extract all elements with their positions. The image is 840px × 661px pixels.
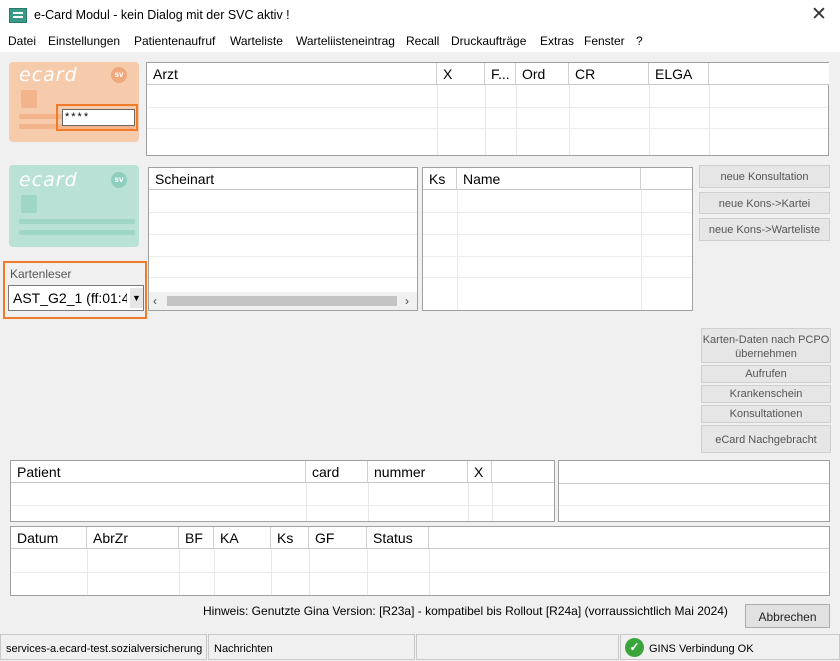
ecard-bottom-image: ecard sv	[9, 165, 139, 247]
arzt-table: Arzt X F... Ord CR ELGA	[146, 62, 829, 156]
col-arzt[interactable]: Arzt	[147, 63, 437, 85]
status-server: services-a.ecard-test.sozialversicherung	[0, 634, 207, 660]
kartenleser-label: Kartenleser	[10, 267, 72, 281]
col-ka[interactable]: KA	[214, 527, 271, 549]
menu-patientenaufruf[interactable]: Patientenaufruf	[134, 34, 215, 48]
karten-daten-uebernehmen-button[interactable]: Karten-Daten nach PCPO übernehmen	[701, 328, 831, 363]
col-card[interactable]: card	[306, 461, 368, 483]
ecard-logo: ecard	[19, 64, 78, 86]
menu-extras[interactable]: Extras	[540, 34, 574, 48]
menu-recall[interactable]: Recall	[406, 34, 439, 48]
kartenleser-value: AST_G2_1 (ff:01:4	[13, 290, 127, 306]
status-gins: ✓ GINS Verbindung OK	[620, 634, 840, 660]
close-icon[interactable]: ✕	[804, 4, 834, 28]
konsultationen-button[interactable]: Konsultationen	[701, 405, 831, 423]
col-x[interactable]: X	[468, 461, 492, 483]
ecard-nachgebracht-button[interactable]: eCard Nachgebracht	[701, 425, 831, 453]
col-ord[interactable]: Ord	[516, 63, 569, 85]
check-icon: ✓	[625, 638, 644, 657]
window-title: e-Card Modul - kein Dialog mit der SVC a…	[34, 8, 290, 22]
col-empty	[492, 461, 554, 483]
col-x[interactable]: X	[437, 63, 485, 85]
status-empty	[416, 634, 619, 660]
col-elga[interactable]: ELGA	[649, 63, 709, 85]
col-empty	[641, 168, 692, 190]
horizontal-scrollbar[interactable]: ‹ ›	[149, 292, 417, 310]
abbrechen-button[interactable]: Abbrechen	[745, 604, 830, 628]
datum-table: Datum AbrZr BF KA Ks GF Status	[10, 526, 830, 596]
col-gf[interactable]: GF	[309, 527, 367, 549]
col-empty	[429, 527, 829, 549]
menu-help[interactable]: ?	[636, 34, 643, 48]
col-nummer[interactable]: nummer	[368, 461, 468, 483]
ks-name-table: Ks Name	[422, 167, 693, 311]
neue-konsultation-button[interactable]: neue Konsultation	[699, 165, 830, 188]
krankenschein-button[interactable]: Krankenschein	[701, 385, 831, 403]
kartenleser-select[interactable]: AST_G2_1 (ff:01:4 ▼	[8, 285, 144, 311]
menu-bar: Datei Einstellungen Patientenaufruf Wart…	[0, 32, 840, 52]
col-ks[interactable]: Ks	[271, 527, 309, 549]
app-icon	[9, 8, 27, 23]
menu-druckauftraege[interactable]: Druckaufträge	[451, 34, 526, 48]
neue-kons-warteliste-button[interactable]: neue Kons->Warteliste	[699, 218, 830, 241]
col-cr[interactable]: CR	[569, 63, 649, 85]
col-name[interactable]: Name	[457, 168, 641, 190]
scroll-left-icon[interactable]: ‹	[153, 294, 157, 308]
ecard-logo: ecard	[19, 169, 78, 191]
col-patient[interactable]: Patient	[11, 461, 306, 483]
chevron-down-icon[interactable]: ▼	[130, 288, 143, 308]
col-scheinart[interactable]: Scheinart	[149, 168, 417, 190]
pin-input[interactable]: ****	[62, 109, 135, 126]
title-bar: e-Card Modul - kein Dialog mit der SVC a…	[0, 0, 840, 32]
gins-status-text: GINS Verbindung OK	[649, 643, 754, 655]
menu-warteliste[interactable]: Warteliste	[230, 34, 283, 48]
aufrufen-button[interactable]: Aufrufen	[701, 365, 831, 383]
menu-datei[interactable]: Datei	[8, 34, 36, 48]
col-abrzr[interactable]: AbrZr	[87, 527, 179, 549]
card-stripe	[19, 219, 135, 224]
menu-fenster[interactable]: Fenster	[584, 34, 625, 48]
sv-icon: sv	[111, 67, 127, 83]
col-bf[interactable]: BF	[179, 527, 214, 549]
menu-einstellungen[interactable]: Einstellungen	[48, 34, 120, 48]
col-empty	[709, 63, 829, 85]
neue-kons-kartei-button[interactable]: neue Kons->Kartei	[699, 192, 830, 214]
menu-warteliisteneintrag[interactable]: Warteliisteneintrag	[296, 34, 395, 48]
status-messages[interactable]: Nachrichten	[208, 634, 415, 660]
col-f[interactable]: F...	[485, 63, 516, 85]
col-datum[interactable]: Datum	[11, 527, 87, 549]
pin-highlight: ****	[56, 104, 138, 131]
scheinart-table: Scheinart ‹ ›	[148, 167, 418, 311]
col-ks[interactable]: Ks	[423, 168, 457, 190]
kartenleser-group: Kartenleser AST_G2_1 (ff:01:4 ▼	[3, 261, 147, 319]
patient-table: Patient card nummer X	[10, 460, 555, 522]
chip-icon	[21, 90, 37, 108]
card-stripe	[19, 230, 135, 235]
patient-detail-panel	[558, 460, 830, 522]
scroll-right-icon[interactable]: ›	[405, 294, 409, 308]
hint-text: Hinweis: Genutzte Gina Version: [R23a] -…	[203, 604, 728, 618]
scrollbar-thumb[interactable]	[167, 296, 397, 306]
col-status[interactable]: Status	[367, 527, 429, 549]
sv-icon: sv	[111, 172, 127, 188]
chip-icon	[21, 195, 37, 213]
